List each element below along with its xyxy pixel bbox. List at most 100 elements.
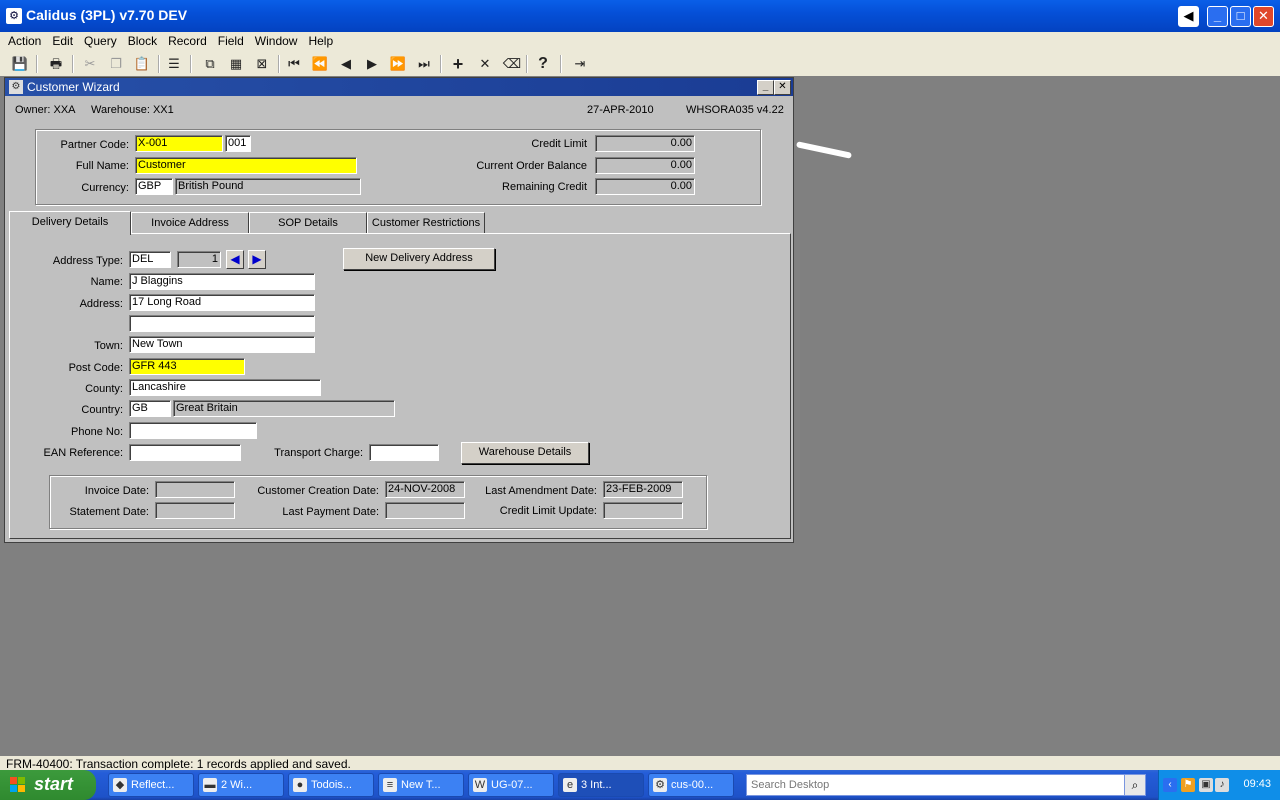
tab-customer-restrictions[interactable]: Customer Restrictions <box>367 212 485 233</box>
address-line1-field[interactable]: 17 Long Road <box>129 294 315 311</box>
security-icon[interactable]: ⚑ <box>1181 778 1195 792</box>
status-message: FRM-40400: Transaction complete: 1 recor… <box>6 757 351 771</box>
statement-date-field <box>155 502 235 519</box>
tab-delivery-details[interactable]: Delivery Details <box>9 211 131 235</box>
close-button[interactable]: ✕ <box>1253 6 1274 27</box>
credit-limit-field: 0.00 <box>595 135 695 152</box>
search-icon[interactable]: ⌕ <box>1124 774 1146 796</box>
next-record-icon[interactable]: ▶ <box>362 54 382 74</box>
owner-text: Owner: XXA <box>15 104 76 116</box>
minimize-button[interactable]: _ <box>1207 6 1228 27</box>
cancel-query-icon[interactable]: ⊠ <box>252 54 272 74</box>
clear-record-icon[interactable]: ⌫ <box>502 54 522 74</box>
info-bar: Owner: XXA Warehouse: XX1 27-APR-2010 WH… <box>7 100 789 118</box>
first-record-icon[interactable]: ⏮ <box>284 54 304 74</box>
partner-suffix-field[interactable]: 001 <box>225 135 251 152</box>
name-label: Name: <box>90 276 123 288</box>
app-taskbar-icon: ⚙ <box>653 778 667 792</box>
next-address-icon[interactable]: ▶ <box>248 250 266 269</box>
currency-name-field: British Pound <box>175 178 361 195</box>
taskbar-item-internet[interactable]: e3 Int... <box>558 773 644 797</box>
list-icon[interactable]: ☰ <box>164 54 184 74</box>
enter-query-icon[interactable]: ⧉ <box>200 54 220 74</box>
form-minimize-button[interactable]: _ <box>757 80 774 95</box>
save-icon[interactable]: 💾 <box>10 54 30 74</box>
new-delivery-address-button[interactable]: New Delivery Address <box>343 248 495 270</box>
search-desktop-input[interactable]: Search Desktop <box>746 774 1146 796</box>
execute-query-icon[interactable]: ▦ <box>226 54 246 74</box>
previous-record-icon[interactable]: ◀ <box>336 54 356 74</box>
delete-record-icon[interactable]: ✕ <box>475 54 495 74</box>
post-code-label: Post Code: <box>68 362 123 374</box>
currency-label: Currency: <box>81 182 129 194</box>
menu-block[interactable]: Block <box>120 32 160 48</box>
country-name-field: Great Britain <box>173 400 395 417</box>
taskbar-item-ug07[interactable]: W UG-07... <box>468 773 554 797</box>
town-field[interactable]: New Town <box>129 336 315 353</box>
taskbar-item-new-t[interactable]: ≡ New T... <box>378 773 464 797</box>
order-balance-label: Current Order Balance <box>476 160 587 172</box>
warehouse-details-button[interactable]: Warehouse Details <box>461 442 589 464</box>
address-type-field[interactable]: DEL <box>129 251 171 268</box>
menu-window[interactable]: Window <box>247 32 301 48</box>
taskbar-item-windows[interactable]: ▬ 2 Wi... <box>198 773 284 797</box>
volume-icon[interactable]: ♪ <box>1215 778 1229 792</box>
cut-icon[interactable]: ✂ <box>80 54 100 74</box>
form-close-button[interactable]: ✕ <box>774 80 791 95</box>
insert-record-icon[interactable]: + <box>448 54 468 74</box>
address-sequence-field: 1 <box>177 251 221 268</box>
credit-limit-update-field <box>603 502 683 519</box>
form-id: WHSORA035 v4.22 <box>686 104 784 116</box>
next-block-icon[interactable]: ⏩ <box>388 54 408 74</box>
exit-icon[interactable]: ⇥ <box>570 54 590 74</box>
post-code-field[interactable]: GFR 443 <box>129 358 245 375</box>
partner-code-field[interactable]: X-001 <box>135 135 223 152</box>
toolbar: 💾 🖶 ✂ ❐ 📋 ☰ ⧉ ▦ ⊠ ⏮ ⏪ ◀ ▶ ⏩ ⏭ + ✕ ⌫ ? ⇥ <box>0 52 1280 76</box>
back-icon[interactable]: ◀ <box>1178 6 1199 27</box>
menu-edit[interactable]: Edit <box>44 32 76 48</box>
invoice-date-field <box>155 481 235 498</box>
menu-field[interactable]: Field <box>210 32 247 48</box>
help-icon[interactable]: ? <box>533 54 553 74</box>
tab-sop-details[interactable]: SOP Details <box>249 212 367 233</box>
start-label: start <box>34 774 74 794</box>
menu-action[interactable]: Action <box>0 32 44 48</box>
full-name-field[interactable]: Customer <box>135 157 357 174</box>
county-field[interactable]: Lancashire <box>129 379 321 396</box>
taskbar-item-reflect[interactable]: ◆ Reflect... <box>108 773 194 797</box>
previous-address-icon[interactable]: ◀ <box>226 250 244 269</box>
address-line2-field[interactable] <box>129 315 315 332</box>
taskbar-item-cus[interactable]: ⚙ cus-00... <box>648 773 734 797</box>
name-field[interactable]: J Blaggins <box>129 273 315 290</box>
previous-block-icon[interactable]: ⏪ <box>310 54 330 74</box>
folder-icon: ▬ <box>203 778 217 792</box>
tab-invoice-address[interactable]: Invoice Address <box>131 212 249 233</box>
start-button[interactable]: start <box>0 770 96 800</box>
creation-date-label: Customer Creation Date: <box>257 485 379 497</box>
taskbar-item-todois[interactable]: ● Todois... <box>288 773 374 797</box>
system-tray: ‹ ⚑ ▣ ♪ 09:43 <box>1158 770 1280 800</box>
currency-code-field[interactable]: GBP <box>135 178 173 195</box>
clock: 09:43 <box>1243 778 1271 790</box>
menu-bar: Action Edit Query Block Record Field Window Hel… <box>0 32 1280 52</box>
chevron-left-icon[interactable]: ‹ <box>1163 778 1177 792</box>
phone-field[interactable] <box>129 422 257 439</box>
transport-charge-field[interactable] <box>369 444 439 461</box>
menu-query[interactable]: Query <box>76 32 120 48</box>
menu-record[interactable]: Record <box>160 32 210 48</box>
phone-label: Phone No: <box>71 426 123 438</box>
partner-code-label: Partner Code: <box>60 139 129 151</box>
country-code-field[interactable]: GB <box>129 400 171 417</box>
last-record-icon[interactable]: ⏭ <box>414 54 434 74</box>
network-icon[interactable]: ▣ <box>1199 778 1213 792</box>
maximize-button[interactable]: □ <box>1230 6 1251 27</box>
paste-icon[interactable]: 📋 <box>132 54 152 74</box>
reflection-icon: ◆ <box>113 778 127 792</box>
ean-field[interactable] <box>129 444 241 461</box>
print-icon[interactable]: 🖶 <box>46 54 66 74</box>
copy-icon[interactable]: ❐ <box>106 54 126 74</box>
menu-help[interactable]: Help <box>300 32 336 48</box>
form-title: Customer Wizard <box>27 80 120 94</box>
county-label: County: <box>85 383 123 395</box>
amendment-date-field: 23-FEB-2009 <box>603 481 683 498</box>
